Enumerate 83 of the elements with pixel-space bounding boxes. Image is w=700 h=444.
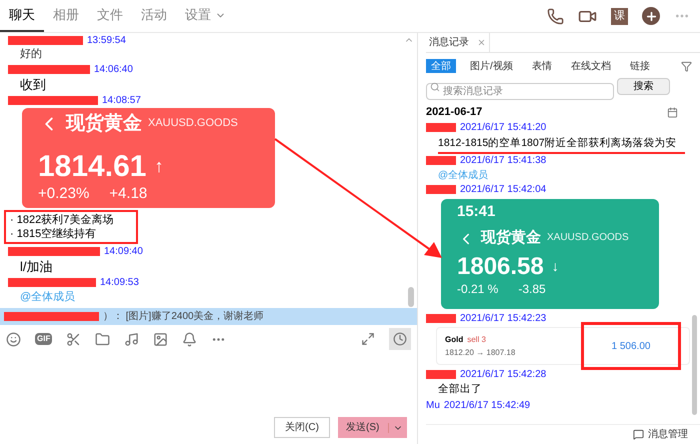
filter-tab[interactable]: 链接 bbox=[624, 59, 655, 73]
filter-tab[interactable]: 表情 bbox=[526, 59, 557, 73]
music-icon[interactable] bbox=[124, 332, 140, 346]
search-field[interactable]: 搜索消息记录 bbox=[426, 83, 614, 100]
quote-clock: 15:41 bbox=[457, 202, 496, 222]
close-icon[interactable] bbox=[477, 38, 486, 47]
send-button[interactable]: 发送(S) bbox=[338, 417, 407, 438]
message-icon bbox=[633, 429, 644, 440]
tab-label: 消息记录 bbox=[429, 36, 469, 50]
message-text: 1812-1815的空单1807附近全部获利离场落袋为安 bbox=[438, 136, 685, 154]
tab[interactable]: 活动 bbox=[132, 0, 176, 32]
redaction-bar bbox=[426, 156, 456, 165]
redaction-bar bbox=[426, 123, 456, 132]
message-text: 全部出了 bbox=[438, 383, 482, 397]
scrollbar-thumb[interactable] bbox=[692, 315, 697, 415]
quote-code: XAUUSD.GOODS bbox=[547, 232, 629, 245]
expand-icon[interactable] bbox=[361, 332, 375, 346]
date-heading: 2021-06-17 bbox=[426, 105, 482, 120]
message-text: 收到 bbox=[20, 76, 47, 93]
redaction-bar bbox=[426, 314, 456, 322]
message-time: 2021/6/17 15:41:20 bbox=[460, 121, 546, 134]
clock-icon bbox=[393, 332, 407, 346]
quote-title: 现货黄金 bbox=[66, 112, 142, 136]
emoji-icon[interactable] bbox=[6, 332, 21, 346]
notification-bar[interactable]: ）： [图片]赚了2400美金，谢谢老师 bbox=[0, 308, 417, 325]
quote-code: XAUUSD.GOODS bbox=[148, 117, 238, 131]
arrow-sign: ↑ bbox=[154, 155, 164, 178]
message-time: 2021/6/17 15:42:04 bbox=[460, 183, 546, 196]
message-time: 14:09:40 bbox=[104, 244, 143, 258]
image-icon[interactable] bbox=[153, 332, 168, 346]
sender-name: Mu bbox=[426, 398, 440, 412]
quote-price: 1806.58 bbox=[457, 252, 544, 282]
message-time: 13:59:54 bbox=[87, 34, 126, 46]
manage-link[interactable]: 消息管理 bbox=[648, 427, 688, 442]
message-time: 2021/6/17 15:41:38 bbox=[460, 154, 546, 167]
quote-change-percent: -0.21 % bbox=[457, 282, 498, 297]
quote-title: 现货黄金 bbox=[481, 229, 541, 248]
message-line: · 1815空继续持有 bbox=[10, 227, 98, 241]
trade-prices: 1812.20 → 1807.18 bbox=[445, 347, 516, 359]
message-time: 14:08:57 bbox=[102, 94, 141, 106]
search-button[interactable]: 搜索 bbox=[617, 78, 670, 95]
message-line: · 1822获利7美金离场 bbox=[10, 213, 114, 227]
course-icon[interactable]: 课 bbox=[611, 8, 628, 24]
search-icon bbox=[430, 82, 440, 92]
history-tab[interactable]: 消息记录 bbox=[426, 33, 490, 52]
filter-tab[interactable]: 在线文档 bbox=[566, 59, 616, 73]
arrow-sign: ↓ bbox=[552, 258, 559, 276]
quote-change: -3.85 bbox=[518, 282, 546, 297]
trade-profit: 1 506.00 bbox=[612, 340, 650, 352]
close-button[interactable]: 关闭(C) bbox=[274, 417, 330, 438]
tab[interactable]: 文件 bbox=[88, 0, 132, 32]
scissors-icon[interactable] bbox=[66, 332, 82, 346]
calendar-icon[interactable] bbox=[667, 106, 678, 118]
folder-icon[interactable] bbox=[95, 332, 110, 346]
mention-text: @全体成员 bbox=[438, 168, 490, 182]
message-time: 2021/6/17 15:42:49 bbox=[444, 398, 530, 412]
trade-symbol: Gold bbox=[445, 334, 464, 346]
message-time: 2021/6/17 15:42:28 bbox=[460, 368, 546, 380]
history-button[interactable] bbox=[389, 328, 411, 350]
notification-text: ）： [图片]赚了2400美金，谢谢老师 bbox=[103, 310, 264, 324]
trade-side: sell 3 bbox=[467, 334, 486, 346]
redaction-bar bbox=[426, 370, 456, 378]
message-time: 14:06:40 bbox=[94, 62, 133, 76]
message-text: l/加油 bbox=[20, 258, 54, 275]
phone-icon[interactable] bbox=[547, 8, 564, 24]
mention-text: @全体成员 bbox=[20, 290, 76, 305]
bell-icon[interactable] bbox=[182, 332, 198, 346]
gif-icon[interactable]: GIF bbox=[35, 333, 52, 345]
tab[interactable]: 相册 bbox=[44, 0, 88, 32]
tab[interactable]: 设置 bbox=[176, 0, 235, 32]
filter-icon[interactable] bbox=[681, 60, 692, 72]
tab[interactable]: 聊天 bbox=[0, 0, 44, 32]
message-text: 好的 bbox=[20, 47, 43, 62]
message-time: 14:09:53 bbox=[100, 276, 139, 288]
quote-change-percent: +0.23% bbox=[38, 185, 90, 204]
scrollbar-thumb[interactable] bbox=[408, 287, 414, 307]
message-time: 2021/6/17 15:42:23 bbox=[460, 312, 546, 324]
filter-tab[interactable]: 全部 bbox=[426, 59, 456, 73]
filter-tab[interactable]: 图片/视频 bbox=[465, 59, 518, 73]
redaction-bar bbox=[426, 185, 456, 194]
add-icon[interactable] bbox=[642, 7, 660, 25]
quote-change: +4.18 bbox=[109, 185, 148, 204]
quote-price: 1814.61 bbox=[38, 148, 146, 185]
